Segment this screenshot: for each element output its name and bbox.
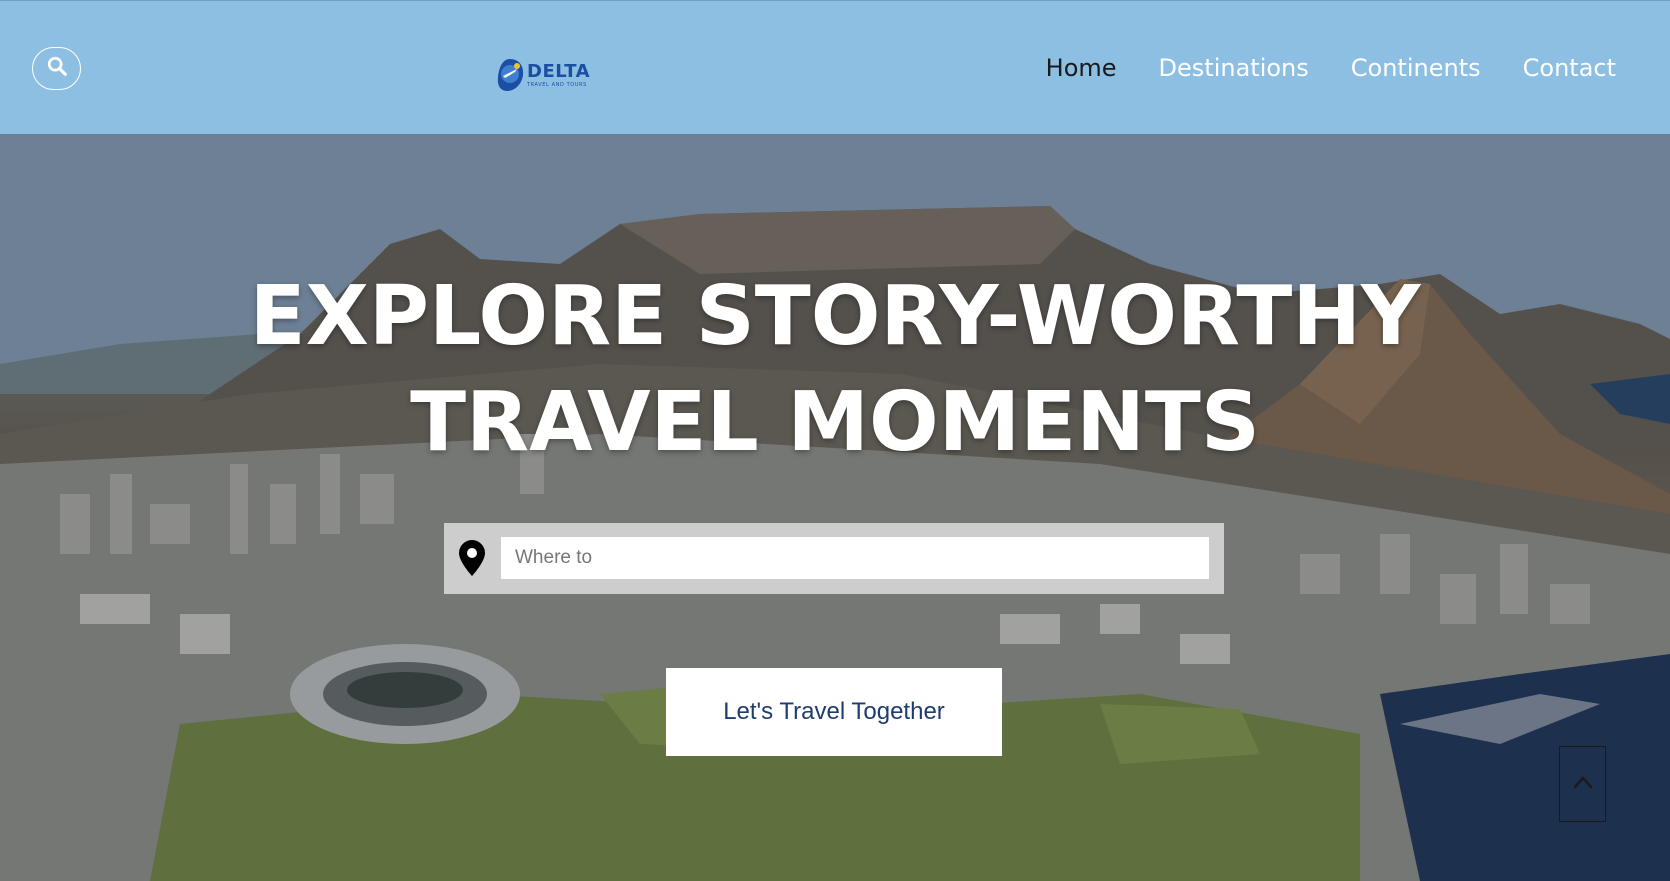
main-nav: Home Destinations Continents Contact	[1004, 53, 1616, 83]
search-icon	[46, 55, 68, 82]
lets-travel-together-button[interactable]: Let's Travel Together	[666, 668, 1002, 756]
hero-title-line-1: EXPLORE STORY-WORTHY	[249, 269, 1421, 364]
nav-continents[interactable]: Continents	[1351, 53, 1481, 83]
hero-section: EXPLORE STORY-WORTHY TRAVEL MOMENTS Let'…	[0, 134, 1670, 881]
hero-title: EXPLORE STORY-WORTHY TRAVEL MOMENTS	[0, 264, 1670, 476]
chevron-up-icon	[1573, 775, 1593, 794]
where-to-input[interactable]	[501, 537, 1209, 579]
site-header: DELTA TRAVEL AND TOURS Home Destinations…	[0, 0, 1670, 134]
nav-home[interactable]: Home	[1046, 53, 1117, 83]
map-pin-icon	[458, 539, 486, 582]
search-button[interactable]	[32, 47, 81, 90]
page: DELTA TRAVEL AND TOURS Home Destinations…	[0, 0, 1670, 881]
destination-search-box	[444, 523, 1224, 594]
globe-plane-icon	[495, 57, 525, 93]
hero-overlay	[0, 134, 1670, 881]
hero-title-line-2: TRAVEL MOMENTS	[410, 375, 1260, 470]
nav-contact[interactable]: Contact	[1523, 53, 1616, 83]
scroll-to-top-button[interactable]	[1559, 746, 1606, 822]
logo-text: DELTA TRAVEL AND TOURS	[527, 60, 591, 88]
nav-destinations[interactable]: Destinations	[1159, 53, 1309, 83]
logo-tagline: TRAVEL AND TOURS	[527, 81, 587, 88]
logo-name: DELTA	[527, 60, 591, 82]
brand-logo[interactable]: DELTA TRAVEL AND TOURS	[495, 57, 590, 93]
